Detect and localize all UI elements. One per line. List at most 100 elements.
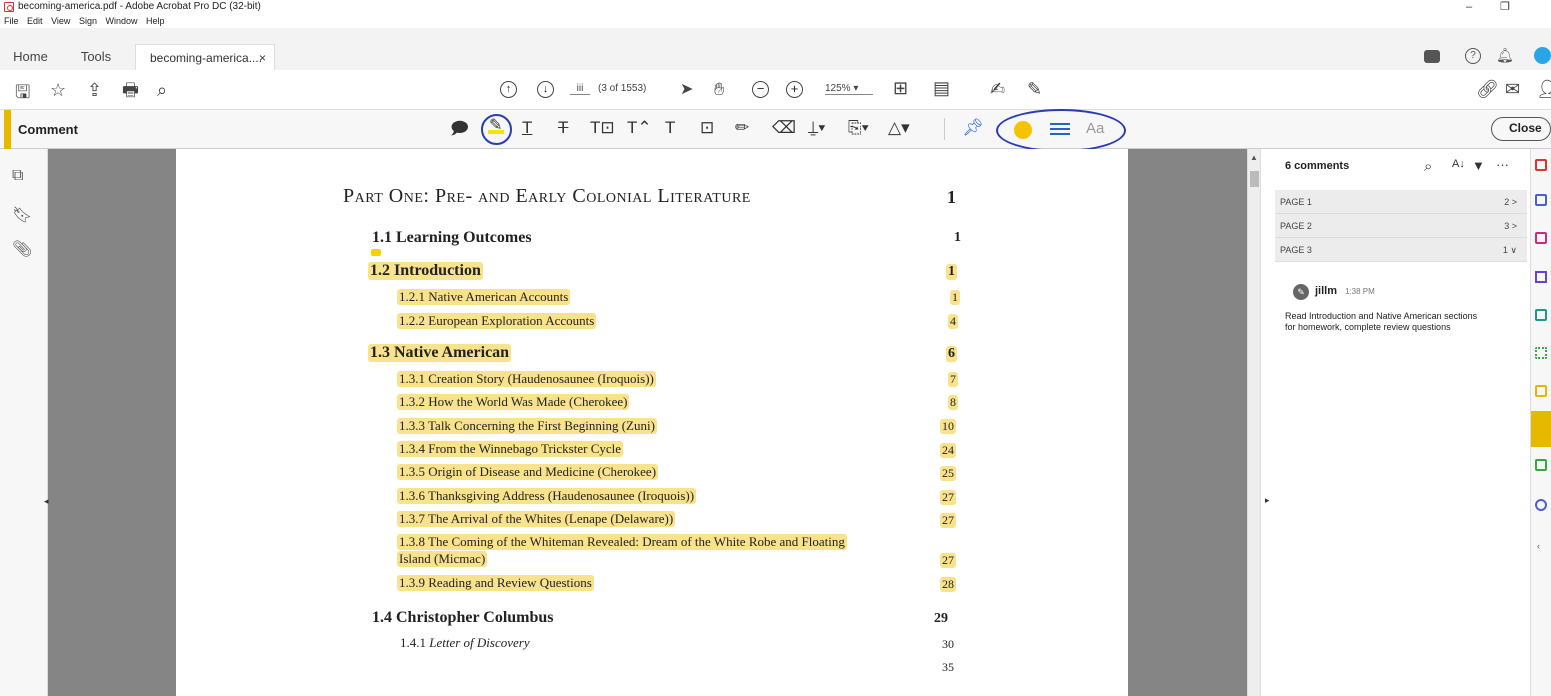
- email-icon[interactable]: ✉: [1505, 79, 1520, 99]
- toc-entry-continued[interactable]: Island (Micmac): [397, 551, 488, 567]
- comment-rail-icon[interactable]: [1535, 385, 1547, 397]
- toc-entry[interactable]: 1.2.2 European Exploration Accounts: [397, 313, 597, 329]
- pin-icon[interactable]: 📌︎: [962, 118, 984, 138]
- share-link-icon[interactable]: 🔗︎: [1476, 79, 1499, 99]
- menu-help[interactable]: Help: [146, 16, 165, 26]
- bookmarks-icon[interactable]: 🔖︎: [12, 205, 32, 225]
- strikethrough-text-icon[interactable]: T: [558, 118, 568, 138]
- stamp-icon[interactable]: ⍊▾: [808, 118, 825, 138]
- zoom-out-icon[interactable]: −: [752, 81, 769, 98]
- comment-card[interactable]: ✎ jillm 1:38 PM Read Introduction and Na…: [1275, 268, 1527, 696]
- comments-page-row[interactable]: PAGE 2 3 >: [1275, 214, 1527, 238]
- scroll-thumb[interactable]: [1250, 171, 1259, 187]
- tab-tools[interactable]: Tools: [61, 44, 131, 70]
- toc-entry[interactable]: 1.3 Native American: [368, 344, 512, 362]
- collapse-right-icon[interactable]: ▸: [1265, 495, 1270, 506]
- more-tools-icon[interactable]: ‹: [1537, 541, 1540, 551]
- sign-rail-icon[interactable]: [1535, 271, 1547, 283]
- close-button[interactable]: Close: [1491, 117, 1551, 141]
- toc-entry[interactable]: 1.3.6 Thanksgiving Address (Haudenosaune…: [397, 488, 697, 504]
- menu-bar: File Edit View Sign Window Help: [0, 14, 1551, 28]
- insert-text-icon[interactable]: T⌃: [627, 118, 652, 138]
- export-pdf-icon[interactable]: [1535, 159, 1547, 171]
- toc-entry[interactable]: 1.3.4 From the Winnebago Trickster Cycle: [397, 441, 624, 457]
- select-cursor-icon[interactable]: ➤: [680, 80, 693, 100]
- page-down-icon[interactable]: ↓: [537, 81, 554, 98]
- tab-document-label: becoming-america....: [150, 51, 263, 65]
- zoom-in-icon[interactable]: +: [786, 81, 803, 98]
- search-icon[interactable]: ⌕: [157, 80, 167, 100]
- avatar[interactable]: [1534, 47, 1551, 64]
- hand-tool-icon[interactable]: ✋︎: [714, 79, 724, 99]
- fit-page-icon[interactable]: ⊞: [893, 78, 908, 98]
- more-options-icon[interactable]: ···: [1496, 157, 1509, 172]
- create-pdf-icon[interactable]: [1535, 194, 1547, 206]
- toc-entry[interactable]: 1.3.3 Talk Concerning the First Beginnin…: [397, 418, 657, 434]
- shapes-icon[interactable]: △▾: [888, 118, 910, 138]
- page-row-count: 2 >: [1504, 197, 1517, 207]
- attachments-icon[interactable]: 📎︎: [12, 239, 32, 259]
- collapse-left-icon[interactable]: ◂: [44, 496, 49, 507]
- save-icon[interactable]: 🖫︎: [15, 82, 30, 102]
- user-icon[interactable]: 👤︎: [1536, 79, 1551, 99]
- comment-rail-active[interactable]: [1531, 411, 1551, 447]
- text-box-icon[interactable]: ⊡: [700, 118, 714, 138]
- search-comments-icon[interactable]: ⌕: [1424, 158, 1432, 175]
- protect-icon[interactable]: [1535, 499, 1547, 511]
- add-text-icon[interactable]: T: [665, 118, 675, 138]
- vertical-scrollbar[interactable]: ▲: [1247, 149, 1260, 696]
- menu-window[interactable]: Window: [105, 16, 137, 26]
- chat-icon[interactable]: [1424, 50, 1440, 63]
- compress-icon[interactable]: [1535, 459, 1547, 471]
- page-number-input[interactable]: iii: [570, 83, 590, 95]
- tab-home[interactable]: Home: [0, 44, 61, 70]
- attach-icon[interactable]: ⎘▾: [848, 118, 869, 138]
- toc-entry[interactable]: 1.3.9 Reading and Review Questions: [397, 575, 594, 591]
- comments-page-row[interactable]: PAGE 3 1 ∨: [1275, 238, 1527, 262]
- toc-entry[interactable]: 1.4.1 Letter of Discovery: [400, 635, 530, 651]
- comment-author-icon: ✎: [1293, 284, 1309, 300]
- upload-icon[interactable]: ⇪: [87, 80, 102, 100]
- menu-file[interactable]: File: [4, 16, 19, 26]
- sign-icon[interactable]: ✍︎: [990, 79, 1005, 99]
- comments-page-row[interactable]: PAGE 1 2 >: [1275, 190, 1527, 214]
- toc-page: 8: [948, 395, 958, 410]
- toc-entry[interactable]: 1.3.2 How the World Was Made (Cherokee): [397, 394, 630, 410]
- bell-icon[interactable]: 🔔︎: [1496, 47, 1514, 64]
- tab-close-icon[interactable]: ×: [259, 45, 266, 71]
- page-up-icon[interactable]: ↑: [500, 81, 517, 98]
- print-icon[interactable]: 🖶︎: [122, 80, 139, 100]
- toc-entry[interactable]: 1.3.1 Creation Story (Haudenosaunee (Iro…: [397, 371, 656, 387]
- edit-pdf-rail-icon[interactable]: [1535, 232, 1547, 244]
- restore-button[interactable]: ❐: [1500, 0, 1510, 14]
- scroll-up-icon[interactable]: ▲: [1250, 153, 1258, 162]
- menu-edit[interactable]: Edit: [27, 16, 43, 26]
- toc-entry[interactable]: 1.4 Christopher Columbus: [372, 609, 554, 627]
- comment-marker-icon[interactable]: [371, 249, 381, 256]
- pages-icon[interactable]: ⧉: [12, 167, 23, 185]
- replace-text-icon[interactable]: T⊡: [590, 118, 615, 138]
- scroll-mode-icon[interactable]: ▤: [933, 78, 950, 98]
- zoom-select[interactable]: 125% ▾: [825, 83, 873, 95]
- sort-icon[interactable]: A↓: [1452, 158, 1465, 170]
- bookmark-star-icon[interactable]: ☆: [50, 80, 66, 100]
- toc-entry[interactable]: 1.2.1 Native American Accounts: [397, 289, 571, 305]
- toc-entry[interactable]: 1.3.8 The Coming of the Whiteman Reveale…: [397, 534, 847, 550]
- toc-entry[interactable]: 1.3.5 Origin of Disease and Medicine (Ch…: [397, 464, 659, 480]
- pencil-icon[interactable]: ✏︎: [735, 118, 749, 138]
- scan-icon[interactable]: [1535, 347, 1547, 359]
- toc-entry[interactable]: 1.3.7 The Arrival of the Whites (Lenape …: [397, 511, 676, 527]
- help-icon[interactable]: ?: [1465, 48, 1481, 64]
- underline-text-icon[interactable]: T: [522, 118, 532, 138]
- minimize-button[interactable]: –: [1466, 0, 1472, 14]
- eraser-icon[interactable]: ⌫: [772, 118, 796, 138]
- toc-entry[interactable]: 1.1 Learning Outcomes: [372, 229, 532, 247]
- menu-sign[interactable]: Sign: [79, 16, 97, 26]
- organize-icon[interactable]: [1535, 309, 1547, 321]
- toc-entry[interactable]: 1.2 Introduction: [368, 262, 483, 280]
- menu-view[interactable]: View: [51, 16, 70, 26]
- sticky-note-icon[interactable]: 🗩︎: [450, 119, 469, 139]
- edit-pdf-icon[interactable]: ✎: [1027, 79, 1042, 99]
- tab-document[interactable]: becoming-america.... ×: [135, 44, 275, 70]
- filter-icon[interactable]: ▼: [1472, 158, 1485, 173]
